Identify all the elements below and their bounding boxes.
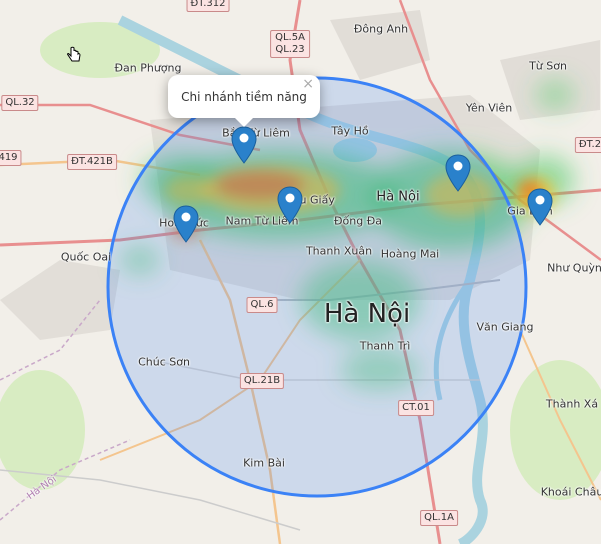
radius-circle[interactable] <box>106 76 528 498</box>
city-label-ha-noi: Hà Nội <box>323 299 411 329</box>
map-marker-icon[interactable] <box>527 188 553 226</box>
place-label-tu-son: Từ Sơn <box>529 59 567 73</box>
place-label-tay-ho: Tây Hồ <box>331 124 369 138</box>
map-marker-icon[interactable] <box>445 154 471 192</box>
road-shield-dt421b: ĐT.421B <box>67 154 117 170</box>
marker-popup: Chi nhánh tiềm năng × <box>168 75 320 118</box>
popup-text: Chi nhánh tiềm năng <box>181 89 307 104</box>
place-label-khoai-chau: Khoái Châu <box>540 485 601 499</box>
road-shield-ql32: QL.32 <box>1 95 39 111</box>
place-label-thanh-xa: Thành Xá <box>545 397 599 411</box>
place-label-dong-anh: Đông Anh <box>353 22 409 36</box>
popup-tip <box>234 117 254 127</box>
place-label-ha-noi-center: Hà Nội <box>376 189 420 205</box>
place-label-kim-bai: Kim Bài <box>243 456 285 470</box>
road-shield-ql5a-ql23: QL.5A QL.23 <box>270 30 310 58</box>
place-label-dong-da: Đống Đa <box>334 214 382 228</box>
road-shield-ql1a: QL.1A <box>420 510 458 526</box>
hand-cursor-icon <box>67 46 81 62</box>
place-label-nhu-quynh: Như Quỳnh <box>547 261 601 275</box>
road-shield-ql6: QL.6 <box>246 297 278 313</box>
map-marker-icon[interactable] <box>277 186 303 224</box>
road-shield-ql21b: QL.21B <box>239 373 285 389</box>
place-label-yen-vien: Yên Viên <box>465 101 513 115</box>
place-label-van-giang: Văn Giang <box>476 320 534 334</box>
road-shield-dt2: ĐT.2 <box>574 137 601 153</box>
road-shield-ct01: CT.01 <box>398 400 434 416</box>
place-label-hoang-mai: Hoàng Mai <box>380 247 440 261</box>
road-shield-dt312: ĐT.312 <box>186 0 230 12</box>
place-label-thanh-xuan: Thanh Xuân <box>305 244 373 258</box>
map-marker-icon[interactable] <box>173 205 199 243</box>
popup-close-icon[interactable]: × <box>302 77 314 91</box>
road-shield-419: 419 <box>0 150 22 166</box>
place-label-chuc-son: Chúc Sơn <box>138 355 190 369</box>
map-marker-icon[interactable] <box>231 126 257 164</box>
place-label-quoc-oai: Quốc Oai <box>60 250 112 264</box>
map-view[interactable]: Đông Anh Từ Sơn Đan Phượng Yên Viên Bắc … <box>0 0 601 544</box>
place-label-dan-phuong: Đan Phượng <box>114 61 182 75</box>
place-label-thanh-tri: Thanh Trì <box>359 339 411 353</box>
